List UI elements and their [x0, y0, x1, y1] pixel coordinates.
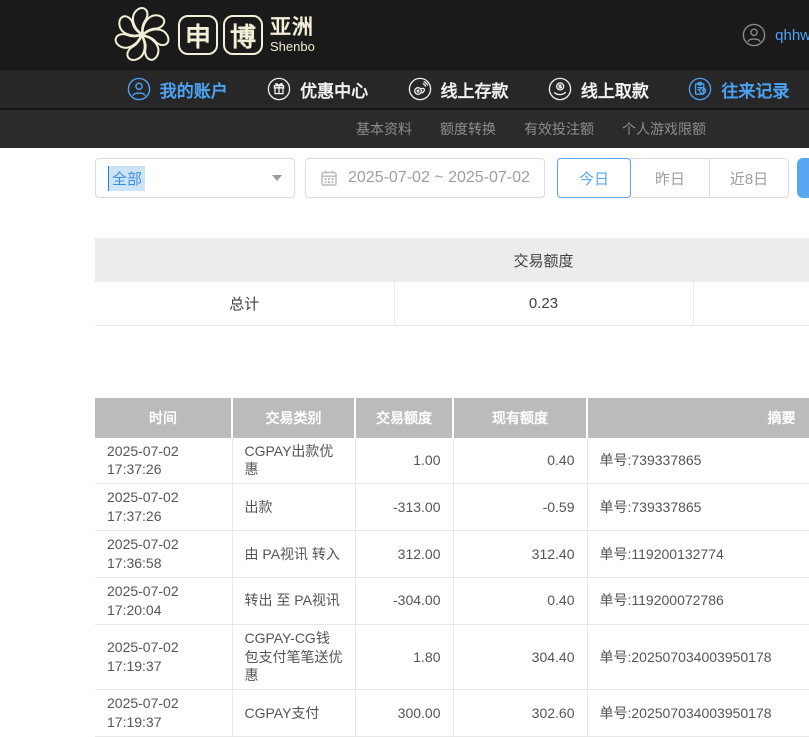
brand-char-bo: 博 [223, 15, 263, 55]
summary-header-empty [693, 238, 809, 282]
subnav-item-game-limits[interactable]: 个人游戏限额 [622, 119, 706, 139]
chevron-down-icon [272, 175, 282, 181]
col-type: 交易类别 [232, 398, 355, 438]
brand-subtitle: Shenbo [270, 40, 315, 53]
brand-logo: 申 博 亚洲 Shenbo [112, 5, 315, 65]
cell-balance: 312.40 [453, 531, 587, 578]
nav-label: 线上存款 [441, 77, 509, 102]
today-button[interactable]: 今日 [557, 158, 631, 198]
col-balance: 现有额度 [453, 398, 587, 438]
summary-total-value: 0.23 [394, 282, 693, 325]
cell-time: 2025-07-02 17:19:37 [95, 690, 232, 737]
cell-summary: 单号:202507034003950178 [587, 624, 809, 690]
type-select-value: 全部 [108, 166, 145, 191]
cell-type: CGPAY出款优惠 [232, 438, 355, 484]
table-row: 2025-07-02 17:20:04 转出 至 PA视讯 -304.00 0.… [95, 577, 809, 624]
summary-header-amount: 交易额度 [394, 238, 693, 282]
withdraw-icon [548, 77, 572, 101]
summary-total-row: 总计 0.23 [95, 282, 809, 325]
summary-table: 交易额度 总计 0.23 [95, 238, 809, 326]
subnav-item-valid-bets[interactable]: 有效投注额 [524, 119, 594, 139]
cell-type: 转出 至 PA视讯 [232, 577, 355, 624]
nav-item-deposit[interactable]: 线上存款 [388, 70, 528, 108]
cell-balance: 0.40 [453, 577, 587, 624]
cell-time: 2025-07-02 17:36:58 [95, 531, 232, 578]
top-bar: 申 博 亚洲 Shenbo qhhw [0, 0, 809, 70]
yesterday-button[interactable]: 昨日 [630, 158, 710, 198]
records-header-row: 时间 交易类别 交易额度 现有额度 摘要 [95, 398, 809, 438]
quick-date-buttons: 今日 昨日 近8日 [557, 158, 789, 198]
table-row: 2025-07-02 17:37:26 出款 -313.00 -0.59 单号:… [95, 484, 809, 531]
deposit-icon [408, 77, 432, 101]
brand-char-shen: 申 [178, 15, 218, 55]
cell-time: 2025-07-02 17:20:04 [95, 577, 232, 624]
cell-type: CGPAY-CG钱包支付笔笔送优惠 [232, 624, 355, 690]
date-range-input[interactable]: 2025-07-02 ~ 2025-07-02 [305, 158, 545, 198]
nav-item-records[interactable]: 往来记录 [669, 70, 809, 108]
nav-label: 优惠中心 [300, 77, 368, 102]
content: 全部 2025-07-02 ~ 2025-07-02 今日 昨日 近8日 [95, 158, 809, 737]
cell-type: 由 PA视讯 转入 [232, 531, 355, 578]
cell-amount: 1.80 [355, 624, 453, 690]
user-icon [127, 77, 151, 101]
username[interactable]: qhhw [775, 27, 809, 44]
subnav-item-profile[interactable]: 基本资料 [356, 119, 412, 139]
table-row: 2025-07-02 17:36:58 由 PA视讯 转入 312.00 312… [95, 531, 809, 578]
cell-type: CGPAY支付 [232, 690, 355, 737]
type-select[interactable]: 全部 [95, 158, 295, 198]
cell-balance: 304.40 [453, 624, 587, 690]
summary-empty-cell [693, 282, 809, 325]
cell-summary: 单号:119200072786 [587, 577, 809, 624]
nav-item-withdraw[interactable]: 线上取款 [528, 70, 668, 108]
summary-header-row: 交易额度 [95, 238, 809, 282]
cell-time: 2025-07-02 17:37:26 [95, 438, 232, 484]
cell-balance: 0.40 [453, 438, 587, 484]
col-amount: 交易额度 [355, 398, 453, 438]
user-account[interactable]: qhhw [742, 0, 809, 70]
nav-label: 线上取款 [581, 77, 649, 102]
records-icon [688, 77, 712, 101]
last-8-days-button[interactable]: 近8日 [709, 158, 789, 198]
nav-item-my-account[interactable]: 我的账户 [107, 70, 247, 108]
nav-item-promotions[interactable]: 优惠中心 [247, 70, 387, 108]
table-row: 2025-07-02 17:19:37 CGPAY支付 300.00 302.6… [95, 690, 809, 737]
cell-balance: -0.59 [453, 484, 587, 531]
gift-icon [267, 77, 291, 101]
cell-amount: -313.00 [355, 484, 453, 531]
search-button[interactable] [797, 158, 809, 198]
flower-logo-icon [112, 5, 172, 65]
summary-total-label: 总计 [95, 282, 394, 325]
cell-time: 2025-07-02 17:37:26 [95, 484, 232, 531]
cell-summary: 单号:202507034003950178 [587, 690, 809, 737]
cell-amount: 312.00 [355, 531, 453, 578]
sub-nav: 基本资料 额度转换 有效投注额 个人游戏限额 [0, 110, 809, 148]
records-table: 时间 交易类别 交易额度 现有额度 摘要 2025-07-02 17:37:26… [95, 398, 809, 737]
col-time: 时间 [95, 398, 232, 438]
cell-summary: 单号:739337865 [587, 484, 809, 531]
table-row: 2025-07-02 17:37:26 CGPAY出款优惠 1.00 0.40 … [95, 438, 809, 484]
col-summary: 摘要 [587, 398, 809, 438]
subnav-item-credit-transfer[interactable]: 额度转换 [440, 119, 496, 139]
nav-label: 我的账户 [160, 77, 228, 102]
cell-amount: -304.00 [355, 577, 453, 624]
cell-amount: 1.00 [355, 438, 453, 484]
brand-region: 亚洲 [270, 17, 315, 38]
calendar-icon [320, 169, 338, 187]
brand-region-block: 亚洲 Shenbo [270, 17, 315, 53]
date-range-value: 2025-07-02 ~ 2025-07-02 [348, 169, 530, 187]
cell-type: 出款 [232, 484, 355, 531]
cell-balance: 302.60 [453, 690, 587, 737]
cell-summary: 单号:119200132774 [587, 531, 809, 578]
cell-time: 2025-07-02 17:19:37 [95, 624, 232, 690]
filter-row: 全部 2025-07-02 ~ 2025-07-02 今日 昨日 近8日 [95, 158, 809, 198]
summary-header-empty [95, 238, 394, 282]
cell-summary: 单号:739337865 [587, 438, 809, 484]
nav-label: 往来记录 [721, 77, 789, 102]
cell-amount: 300.00 [355, 690, 453, 737]
avatar-icon [742, 23, 766, 47]
table-row: 2025-07-02 17:19:37 CGPAY-CG钱包支付笔笔送优惠 1.… [95, 624, 809, 690]
main-nav: 我的账户 优惠中心 线上存款 [0, 70, 809, 110]
